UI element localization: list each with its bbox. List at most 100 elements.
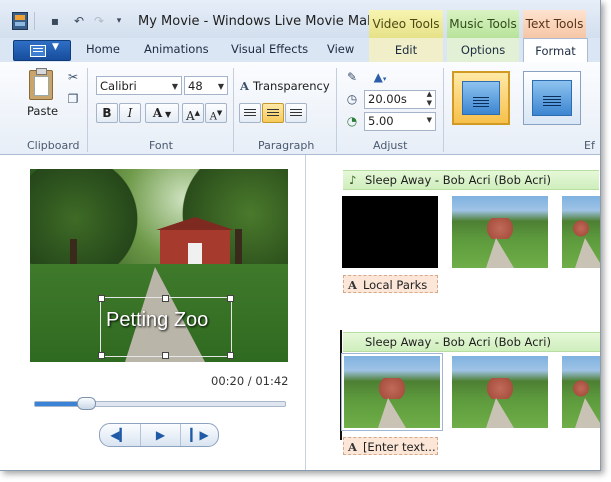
pane-divider[interactable] xyxy=(305,155,306,470)
resize-handle[interactable] xyxy=(227,352,234,359)
seek-thumb[interactable] xyxy=(77,397,96,410)
tab-view[interactable]: View xyxy=(327,42,354,56)
effects-group-label: Ef xyxy=(584,139,595,152)
file-menu-button[interactable]: ▼ xyxy=(13,40,71,61)
tab-edit[interactable]: Edit xyxy=(369,38,443,62)
text-caption-tag-1[interactable]: A Local Parks xyxy=(343,275,438,293)
effect-preset-1[interactable] xyxy=(452,71,510,125)
next-frame-button[interactable]: ▎▶ xyxy=(180,424,219,446)
group-separator xyxy=(87,68,88,152)
video-preview[interactable]: Petting Zoo xyxy=(30,169,288,362)
customize-qat-icon[interactable]: ▾ xyxy=(112,14,126,28)
shrink-font-button[interactable]: A▼ xyxy=(205,103,227,123)
copy-icon[interactable]: ❐ xyxy=(66,92,80,106)
clipboard-group-label: Clipboard xyxy=(27,139,80,152)
play-button[interactable]: ▶ xyxy=(140,424,181,446)
group-separator xyxy=(443,68,444,152)
font-size-dropdown[interactable]: 48 ▼ xyxy=(184,76,228,95)
spin-arrows-icon[interactable]: ▲ ▼ xyxy=(427,90,432,108)
align-right-icon xyxy=(290,109,302,118)
resize-handle[interactable] xyxy=(98,352,105,359)
preview-tree xyxy=(30,169,140,279)
tab-options[interactable]: Options xyxy=(447,38,519,62)
grow-arrow-icon: ▲ xyxy=(194,109,201,117)
ribbon: Paste ✂ ❐ Clipboard Calibri ▼ 48 ▼ B I A… xyxy=(0,62,600,155)
group-separator xyxy=(233,68,234,152)
text-effect-icon[interactable]: ✎ xyxy=(345,70,359,84)
clip-thumbnail[interactable] xyxy=(562,196,600,268)
font-size-value: 48 xyxy=(188,79,203,93)
text-caption-1-label: Local Parks xyxy=(362,278,428,292)
file-menu-icon xyxy=(30,45,46,57)
clip-thumbnail[interactable] xyxy=(452,356,548,428)
clip-thumbnail[interactable] xyxy=(562,356,600,428)
context-video-tools: Video Tools xyxy=(369,10,443,38)
grow-font-button[interactable]: A▲ xyxy=(182,103,204,123)
italic-button[interactable]: I xyxy=(119,103,141,123)
preview-caption-text[interactable]: Petting Zoo xyxy=(106,309,208,332)
music-track-1-label: Sleep Away - Bob Acri (Bob Acri) xyxy=(365,173,551,187)
clip-thumbnail[interactable] xyxy=(452,196,548,268)
paste-button[interactable]: Paste xyxy=(27,104,58,118)
chevron-down-icon: ▼ xyxy=(171,82,178,91)
paragraph-group-label: Paragraph xyxy=(258,139,315,152)
tab-format[interactable]: Format xyxy=(523,38,588,64)
chevron-down-icon[interactable]: ▼ xyxy=(427,116,432,125)
text-caption-icon: A xyxy=(348,278,357,292)
context-text-tools: Text Tools xyxy=(523,10,586,38)
clip-thumbnail[interactable] xyxy=(342,196,438,268)
transparency-label: Transparency xyxy=(252,79,330,93)
undo-icon[interactable]: ↶ xyxy=(72,14,86,28)
redo-icon[interactable]: ↷ xyxy=(92,14,106,28)
cut-icon[interactable]: ✂ xyxy=(66,70,80,84)
preview-barn xyxy=(156,217,234,265)
background-color-icon[interactable]: ▲▾ xyxy=(368,70,392,84)
tab-home[interactable]: Home xyxy=(86,42,120,56)
title-bar: ▪ ↶ ↷ ▾ My Movie - Windows Live Movie Ma… xyxy=(0,0,600,38)
movie-maker-window: ▪ ↶ ↷ ▾ My Movie - Windows Live Movie Ma… xyxy=(0,0,601,471)
start-time-input[interactable]: 20.00s ▲ ▼ xyxy=(364,90,436,109)
playhead-indicator[interactable] xyxy=(340,330,342,440)
tab-visual-effects[interactable]: Visual Effects xyxy=(231,42,308,56)
resize-handle[interactable] xyxy=(98,295,105,302)
previous-frame-button[interactable]: ◀▎ xyxy=(100,424,139,446)
resize-handle[interactable] xyxy=(227,295,234,302)
text-duration-input[interactable]: 5.00 ▼ xyxy=(364,112,436,131)
qat-separator xyxy=(34,12,35,30)
clip-thumbnail-selected[interactable] xyxy=(341,353,443,431)
text-caption-icon: A xyxy=(348,440,357,454)
font-family-value: Calibri xyxy=(100,79,137,93)
grow-font-glyph: A xyxy=(185,109,195,123)
text-caption-2-label: [Enter text... xyxy=(362,440,436,454)
music-track-1[interactable]: ♪ Sleep Away - Bob Acri (Bob Acri) xyxy=(343,170,599,190)
resize-handle[interactable] xyxy=(162,295,169,302)
movie-maker-app-icon[interactable] xyxy=(12,12,28,30)
text-duration-value: 5.00 xyxy=(368,114,394,128)
align-left-button[interactable] xyxy=(239,103,261,123)
font-family-dropdown[interactable]: Calibri ▼ xyxy=(96,76,182,95)
ribbon-tabs: ▼ Home Animations Visual Effects View Ed… xyxy=(0,38,600,64)
chevron-down-icon: ▼ xyxy=(217,82,224,91)
font-color-button[interactable]: A ▼ xyxy=(145,103,179,123)
tab-animations[interactable]: Animations xyxy=(144,42,209,56)
resize-handle[interactable] xyxy=(162,352,169,359)
music-track-2[interactable]: Sleep Away - Bob Acri (Bob Acri) xyxy=(343,332,600,352)
align-center-icon xyxy=(267,109,279,118)
music-note-icon: ♪ xyxy=(349,173,357,187)
save-icon[interactable]: ▪ xyxy=(48,14,62,28)
align-left-icon xyxy=(244,109,256,118)
text-caption-tag-2[interactable]: A [Enter text... xyxy=(343,437,438,455)
effect-preset-2[interactable] xyxy=(523,71,581,125)
start-time-icon: ◷ xyxy=(346,92,358,106)
start-time-value: 20.00s xyxy=(368,92,407,106)
align-center-button[interactable] xyxy=(262,103,284,123)
chevron-down-icon: ▼ xyxy=(52,42,59,52)
align-right-button[interactable] xyxy=(285,103,307,123)
seek-bar[interactable] xyxy=(34,397,286,410)
adjust-group-label: Adjust xyxy=(373,139,408,152)
transparency-button[interactable]: A Transparency xyxy=(240,79,330,93)
paste-icon[interactable] xyxy=(29,68,53,100)
music-track-2-label: Sleep Away - Bob Acri (Bob Acri) xyxy=(365,335,551,349)
bold-button[interactable]: B xyxy=(96,103,118,123)
window-title: My Movie - Windows Live Movie Maker xyxy=(138,14,388,29)
